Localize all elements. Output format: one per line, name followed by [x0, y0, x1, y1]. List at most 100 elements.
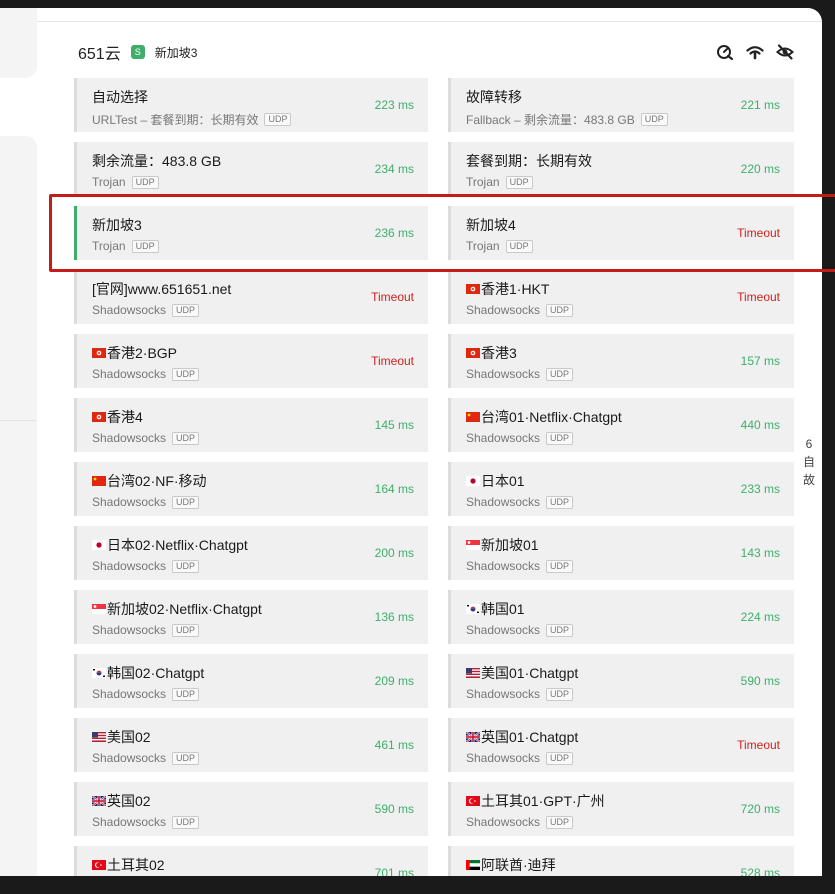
- header-actions: [716, 43, 794, 61]
- proxy-card[interactable]: 套餐到期：长期有效 Trojan UDP 220 ms: [448, 142, 794, 196]
- left-rail: [0, 8, 37, 876]
- proxy-card[interactable]: 新加坡4 Trojan UDP Timeout: [448, 206, 794, 260]
- latency-value[interactable]: Timeout: [737, 738, 780, 752]
- proxy-card[interactable]: 台湾02·NF·移动 Shadowsocks UDP 164 ms: [74, 462, 428, 516]
- proxy-name-text: 韩国01: [481, 601, 525, 617]
- proxy-name-text: 香港1·HKT: [481, 281, 550, 297]
- proxy-type-line: Shadowsocks UDP: [92, 303, 414, 317]
- latency-value[interactable]: 590 ms: [375, 802, 414, 816]
- latency-value[interactable]: 209 ms: [375, 674, 414, 688]
- proxy-card[interactable]: 韩国01 Shadowsocks UDP 224 ms: [448, 590, 794, 644]
- latency-value[interactable]: 590 ms: [741, 674, 780, 688]
- proxy-name-text: 套餐到期：长期有效: [466, 153, 592, 169]
- proxy-card[interactable]: 香港4 Shadowsocks UDP 145 ms: [74, 398, 428, 452]
- proxy-type: Shadowsocks: [92, 687, 167, 701]
- proxy-name-text: 美国02: [107, 729, 151, 745]
- proxy-card[interactable]: 故障转移 Fallback – 剩余流量：483.8 GB UDP 221 ms: [448, 78, 794, 132]
- proxy-type: Shadowsocks: [466, 559, 541, 573]
- proxy-name: 日本02·Netflix·Chatgpt: [92, 536, 414, 554]
- latency-value[interactable]: 461 ms: [375, 738, 414, 752]
- latency-value[interactable]: 234 ms: [375, 162, 414, 176]
- proxy-card[interactable]: 土耳其02ShadowsocksUDP701 ms: [74, 846, 428, 876]
- proxy-card[interactable]: 英国02 Shadowsocks UDP 590 ms: [74, 782, 428, 836]
- latency-value[interactable]: 720 ms: [741, 802, 780, 816]
- latency-value[interactable]: 221 ms: [741, 98, 780, 112]
- proxy-type: Shadowsocks: [466, 303, 541, 317]
- udp-badge: UDP: [546, 495, 574, 509]
- proxy-name-text: 日本01: [481, 473, 525, 489]
- cn-flag-icon: [466, 412, 480, 422]
- latency-value[interactable]: 440 ms: [741, 418, 780, 432]
- proxy-card[interactable]: 英国01·Chatgpt Shadowsocks UDP Timeout: [448, 718, 794, 772]
- proxy-card[interactable]: 自动选择 URLTest – 套餐到期：长期有效 UDP 223 ms: [74, 78, 428, 132]
- udp-badge: UDP: [546, 623, 574, 637]
- proxy-name: 新加坡01: [466, 536, 780, 554]
- proxy-card[interactable]: 韩国02·Chatgpt Shadowsocks UDP 209 ms: [74, 654, 428, 708]
- latency-value[interactable]: 236 ms: [375, 226, 414, 240]
- proxy-type-line: Trojan UDP: [92, 175, 414, 189]
- latency-value[interactable]: 701 ms: [375, 866, 414, 876]
- proxy-type-line: Trojan UDP: [466, 175, 780, 189]
- latency-value[interactable]: 136 ms: [375, 610, 414, 624]
- latency-value[interactable]: 224 ms: [741, 610, 780, 624]
- latency-value[interactable]: 220 ms: [741, 162, 780, 176]
- proxy-type-line: Shadowsocks UDP: [92, 367, 414, 381]
- proxy-card[interactable]: 美国02 Shadowsocks UDP 461 ms: [74, 718, 428, 772]
- proxy-card[interactable]: 新加坡3 Trojan UDP 236 ms: [74, 206, 428, 260]
- proxy-type-line: Shadowsocks UDP: [92, 623, 414, 637]
- proxy-name: 香港3: [466, 344, 780, 362]
- latency-value[interactable]: 143 ms: [741, 546, 780, 560]
- latency-value[interactable]: 528 ms: [741, 866, 780, 876]
- proxy-type: Shadowsocks: [92, 303, 167, 317]
- proxy-card[interactable]: 剩余流量：483.8 GB Trojan UDP 234 ms: [74, 142, 428, 196]
- latency-value[interactable]: 233 ms: [741, 482, 780, 496]
- latency-value[interactable]: Timeout: [737, 290, 780, 304]
- proxy-card[interactable]: 香港3 Shadowsocks UDP 157 ms: [448, 334, 794, 388]
- latency-value[interactable]: 223 ms: [375, 98, 414, 112]
- proxy-name-text: 韩国02·Chatgpt: [107, 665, 205, 681]
- proxy-type-line: Shadowsocks UDP: [466, 495, 780, 509]
- proxy-card[interactable]: 台湾01·Netflix·Chatgpt Shadowsocks UDP 440 ms: [448, 398, 794, 452]
- latency-value[interactable]: 200 ms: [375, 546, 414, 560]
- latency-value[interactable]: 145 ms: [375, 418, 414, 432]
- proxy-card[interactable]: 美国01·Chatgpt Shadowsocks UDP 590 ms: [448, 654, 794, 708]
- wifi-icon[interactable]: [746, 43, 764, 61]
- proxy-name-text: 新加坡01: [481, 537, 539, 553]
- proxy-type: Shadowsocks: [466, 687, 541, 701]
- proxy-card[interactable]: 阿联酋·迪拜ShadowsocksUDP528 ms: [448, 846, 794, 876]
- us-flag-icon: [466, 668, 480, 678]
- proxy-type-line: Shadowsocks UDP: [92, 431, 414, 445]
- jp-flag-icon: [92, 540, 106, 550]
- udp-badge: UDP: [640, 113, 668, 126]
- proxy-type-line: Shadowsocks UDP: [466, 431, 780, 445]
- proxy-card[interactable]: 日本02·Netflix·Chatgpt Shadowsocks UDP 200 ms: [74, 526, 428, 580]
- proxy-type: Shadowsocks: [92, 495, 167, 509]
- udp-badge: UDP: [172, 495, 200, 509]
- proxy-name: 英国02: [92, 792, 414, 810]
- proxy-type: Shadowsocks: [92, 367, 167, 381]
- latency-value[interactable]: 157 ms: [741, 354, 780, 368]
- proxy-card[interactable]: [官网]www.651651.net Shadowsocks UDP Timeout: [74, 270, 428, 324]
- proxy-card[interactable]: 土耳其01·GPT·广州 Shadowsocks UDP 720 ms: [448, 782, 794, 836]
- hide-icon[interactable]: [776, 43, 794, 61]
- proxy-name-text: 阿联酋·迪拜: [481, 857, 556, 873]
- kr-flag-icon: [92, 668, 106, 678]
- group-name: 651云: [78, 46, 121, 63]
- proxy-type: Trojan: [466, 239, 500, 253]
- latency-value[interactable]: Timeout: [737, 226, 780, 240]
- proxy-name: 美国01·Chatgpt: [466, 664, 780, 682]
- proxy-card[interactable]: 香港1·HKT Shadowsocks UDP Timeout: [448, 270, 794, 324]
- proxy-group-header[interactable]: 651云 S 新加坡3: [78, 38, 794, 66]
- proxy-card[interactable]: 香港2·BGP Shadowsocks UDP Timeout: [74, 334, 428, 388]
- rail-block: [0, 8, 37, 78]
- latency-value[interactable]: Timeout: [371, 290, 414, 304]
- proxy-card[interactable]: 新加坡01 Shadowsocks UDP 143 ms: [448, 526, 794, 580]
- proxy-grid: 自动选择 URLTest – 套餐到期：长期有效 UDP 223 ms 故障转移 Fall…: [74, 78, 794, 876]
- latency-value[interactable]: 164 ms: [375, 482, 414, 496]
- udp-badge: UDP: [172, 559, 200, 573]
- latency-test-icon[interactable]: [716, 43, 734, 61]
- proxy-card[interactable]: 新加坡02·Netflix·Chatgpt Shadowsocks UDP 136 m…: [74, 590, 428, 644]
- proxy-name-text: 新加坡02·Netflix·Chatgpt: [107, 601, 262, 617]
- latency-value[interactable]: Timeout: [371, 354, 414, 368]
- proxy-card[interactable]: 日本01 Shadowsocks UDP 233 ms: [448, 462, 794, 516]
